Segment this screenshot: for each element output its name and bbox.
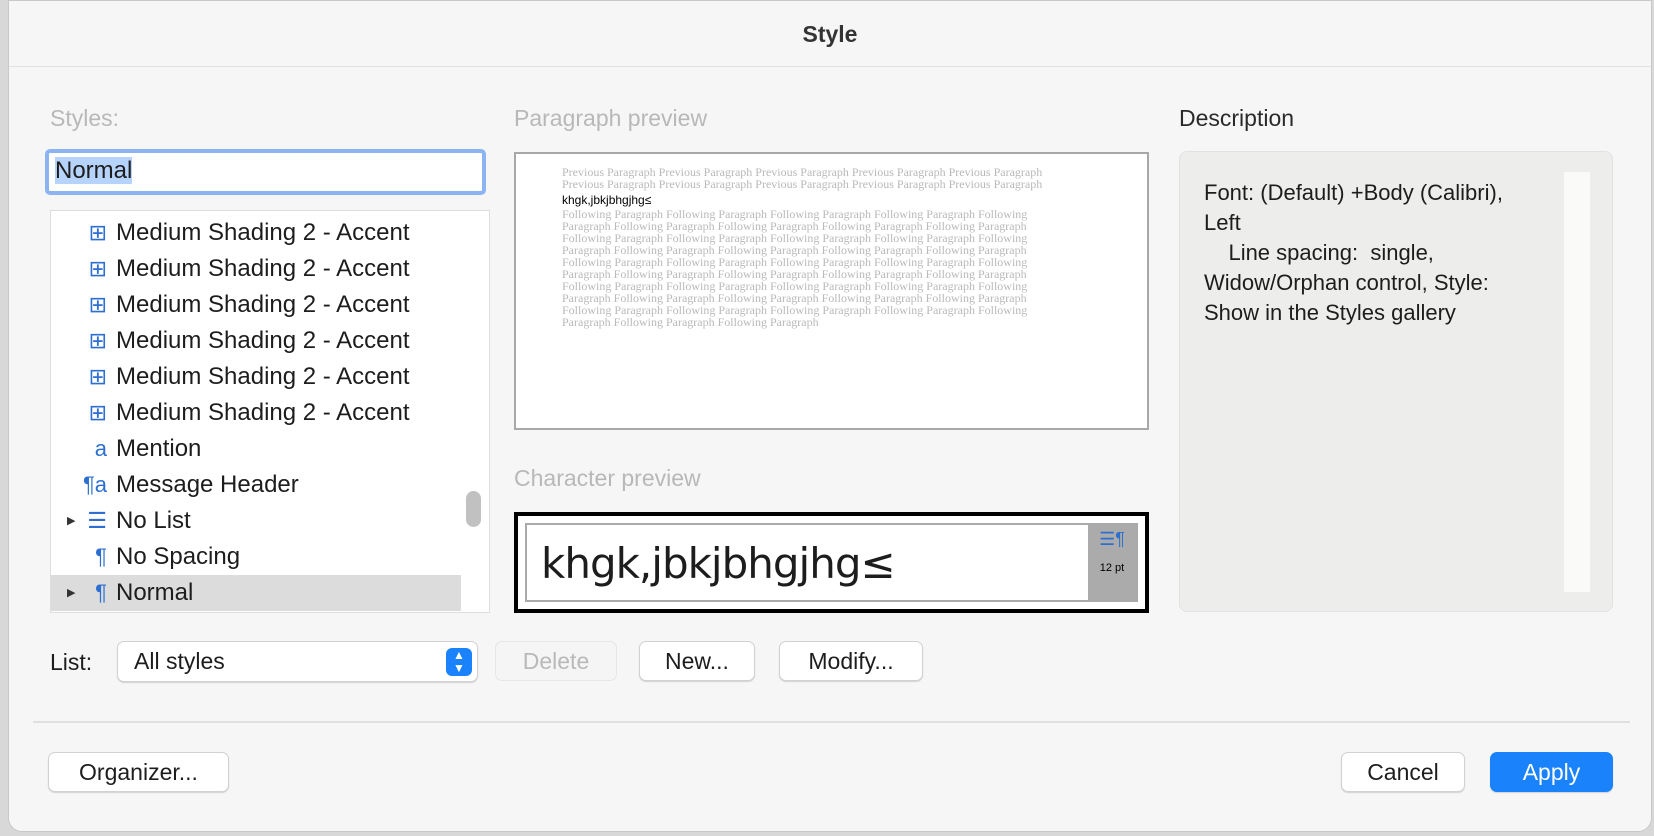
style-list-item-label: Mention	[116, 435, 202, 462]
paragraph-preview: Previous Paragraph Previous Paragraph Pr…	[514, 152, 1149, 430]
style-list-item-label: Medium Shading 2 - Accent	[116, 291, 410, 318]
style-list-item-label: Normal	[116, 579, 194, 606]
list-style-icon: ☰	[87, 508, 107, 533]
previous-paragraph: Previous Paragraph Previous Paragraph Pr…	[562, 165, 1043, 191]
style-list-item[interactable]: ⊞ Medium Shading 2 - Accent	[51, 359, 461, 395]
description-label: Description	[1179, 105, 1295, 131]
disclosure-triangle-icon[interactable]: ▶	[67, 503, 75, 539]
description-box: Font: (Default) +Body (Calibri), Left Li…	[1179, 151, 1613, 612]
list-label: List:	[50, 649, 93, 675]
dialog-title: Style	[9, 1, 1651, 67]
following-paragraph: Following Paragraph Following Paragraph …	[562, 207, 1028, 329]
style-list-item[interactable]: a Mention	[51, 431, 461, 467]
up-down-chevron-icon: ▲ ▼	[446, 648, 472, 676]
table-style-icon: ⊞	[88, 220, 107, 245]
description-text: Font: (Default) +Body (Calibri), Left Li…	[1204, 180, 1503, 325]
styles-list[interactable]: ▶ ¶ Normal ¶ No Spacing ▶ ☰ No List ¶a Message He…	[50, 210, 490, 613]
character-preview: khgk,jbkjbhgjhg≤ ☰¶ 12 pt	[514, 512, 1149, 613]
character-preview-text: khgk,jbkjbhgjhg≤	[541, 539, 896, 588]
style-list-item[interactable]: ¶ No Spacing	[51, 539, 461, 575]
list-select[interactable]: All styles ▲ ▼	[117, 641, 478, 682]
style-list-item-label: Message Header	[116, 471, 299, 498]
style-name-input[interactable]: Normal	[45, 149, 486, 195]
organizer-button[interactable]: Organizer...	[48, 752, 229, 792]
style-list-item-label: No List	[116, 507, 191, 534]
style-list-item[interactable]: ⊞ Medium Shading 2 - Accent	[51, 215, 461, 251]
paragraph-style-icon: ¶	[95, 544, 107, 569]
paragraph-preview-label: Paragraph preview	[514, 105, 708, 131]
font-size: 12 pt	[1099, 562, 1125, 574]
separator	[33, 721, 1630, 723]
table-style-icon: ⊞	[88, 328, 107, 353]
table-style-icon: ⊞	[88, 400, 107, 425]
style-list-item-label: Medium Shading 2 - Accent	[116, 219, 410, 246]
cancel-button[interactable]: Cancel	[1341, 752, 1465, 792]
style-list-item-label: Medium Shading 2 - Accent	[116, 399, 410, 426]
character-style-icon: a	[94, 436, 107, 461]
modify-button[interactable]: Modify...	[779, 641, 923, 681]
disclosure-triangle-icon[interactable]: ▶	[67, 575, 75, 611]
new-button[interactable]: New...	[639, 641, 755, 681]
paragraph-style-icon: ¶	[95, 580, 107, 605]
style-list-item[interactable]: ⊞ Medium Shading 2 - Accent	[51, 251, 461, 287]
list-scrollbar[interactable]	[466, 491, 481, 527]
apply-button[interactable]: Apply	[1490, 752, 1613, 792]
style-list-item[interactable]: ▶ ☰ No List	[51, 503, 461, 539]
style-list-item-label: Medium Shading 2 - Accent	[116, 327, 410, 354]
linked-style-icon: ¶a	[82, 472, 107, 497]
style-list-item[interactable]: ▶ ¶ Normal	[51, 575, 461, 611]
style-list-item[interactable]: ⊞ Medium Shading 2 - Accent	[51, 287, 461, 323]
table-style-icon: ⊞	[88, 292, 107, 317]
style-dialog: Style Styles: Normal ▶ ¶ Normal ¶ No Spacing…	[8, 0, 1652, 832]
style-list-item[interactable]: ⊞ Medium Shading 2 - Accent	[51, 323, 461, 359]
styles-label: Styles:	[50, 105, 120, 131]
style-list-item[interactable]: ¶a Message Header	[51, 467, 461, 503]
style-list-item[interactable]: ⊞ Medium Shading 2 - Accent	[51, 395, 461, 431]
style-list-item-label: Medium Shading 2 - Accent	[116, 255, 410, 282]
table-style-icon: ⊞	[88, 364, 107, 389]
style-list-item-label: No Spacing	[116, 543, 241, 570]
character-preview-label: Character preview	[514, 465, 701, 491]
current-paragraph: khgk,jbkjbhgjhg≤	[562, 193, 652, 207]
table-style-icon: ⊞	[88, 256, 107, 281]
style-list-item-label: Medium Shading 2 - Accent	[116, 363, 410, 390]
style-name-value: Normal	[55, 157, 133, 184]
paragraph-align-icon: ☰¶	[1099, 529, 1125, 549]
delete-button[interactable]: Delete	[495, 641, 617, 681]
description-scrollbar[interactable]	[1564, 172, 1590, 592]
list-selected-value: All styles	[134, 648, 225, 674]
